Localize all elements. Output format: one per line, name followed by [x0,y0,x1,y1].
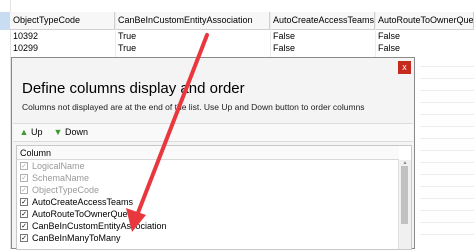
columns-list[interactable]: Column ✓ LogicalName ✓ SchemaName ✓ Obje… [16,145,412,250]
down-button-label: Down [65,127,89,137]
selected-row-marker [0,12,10,30]
dialog-subtitle: Columns not displayed are at the end of … [22,102,365,112]
checkbox[interactable]: ✓ [20,198,28,206]
list-item[interactable]: ✓ ObjectTypeCode [17,185,399,196]
cell-autoroutetoownerqueue: False [378,43,401,53]
checkbox[interactable]: ✓ [20,234,28,242]
up-button-label: Up [31,127,43,137]
list-item-label: SchemaName [32,173,90,183]
list-item-label: CanBeInManyToMany [32,233,121,243]
cell-autocreateaccessteams: False [273,43,296,53]
grid-divider [420,90,474,91]
checkbox[interactable]: ✓ [20,174,28,182]
list-item-label: LogicalName [32,161,85,171]
grid-divider [420,66,474,67]
down-button[interactable]: ▼ Down [53,126,88,139]
up-button[interactable]: ▲ Up [19,126,43,139]
column-header-autoroutetoownerqueue[interactable]: AutoRouteToOwnerQueue [375,12,474,29]
table-row[interactable]: 10299 True False False [10,43,474,54]
cell-autoroutetoownerqueue: False [378,31,401,41]
grid-header: ObjectTypeCode CanBeInCustomEntityAssoci… [10,12,474,30]
cell-canbeincustomentityassociation: True [118,31,137,41]
grid-divider [420,126,474,127]
checkbox[interactable]: ✓ [20,162,28,170]
grid-divider [420,114,474,115]
list-item-label: ObjectTypeCode [32,185,100,195]
define-columns-dialog: x Define columns display and order Colum… [11,57,415,250]
list-item[interactable]: ✓ LogicalName [17,161,399,172]
grid-divider [420,138,474,139]
list-item-label: CanBeInCustomEntityAssociation [32,221,167,231]
list-item[interactable]: ✓ CanBeInCustomEntityAssociation [17,221,399,232]
grid-divider [420,78,474,79]
grid-divider [420,162,474,163]
table-row[interactable]: 10392 True False False [10,31,474,42]
grid-divider [420,102,474,103]
cell-objecttypecode: 10299 [13,43,39,53]
list-item[interactable]: ✓ CanBeInManyToMany [17,233,399,244]
cell-objecttypecode: 10392 [13,31,39,41]
green-down-arrow-icon: ▼ [53,127,63,137]
column-header-autocreateaccessteams[interactable]: AutoCreateAccessTeams [270,12,375,29]
scrollbar-thumb[interactable] [401,166,408,224]
grid-divider [420,198,474,199]
list-item[interactable]: ✓ SchemaName [17,173,399,184]
grid-divider [420,150,474,151]
grid-divider [420,210,474,211]
grid-divider [420,222,474,223]
grid-divider [420,186,474,187]
list-item-label: AutoRouteToOwnerQueue [32,209,138,219]
dialog-toolbar: ▲ Up ▼ Down [13,123,413,142]
dialog-title: Define columns display and order [22,80,245,97]
column-header-canbeincustomentityassociation[interactable]: CanBeInCustomEntityAssociation [115,12,270,29]
close-button[interactable]: x [398,61,411,74]
green-up-arrow-icon: ▲ [19,127,29,137]
list-item-label: AutoCreateAccessTeams [32,197,134,207]
checkbox[interactable]: ✓ [20,222,28,230]
list-scrollbar[interactable]: ▲ [398,160,411,249]
list-item[interactable]: ✓ AutoCreateAccessTeams [17,197,399,208]
cell-autocreateaccessteams: False [273,31,296,41]
grid-divider [420,234,474,235]
cell-canbeincustomentityassociation: True [118,43,137,53]
checkbox[interactable]: ✓ [20,186,28,194]
grid-divider [420,174,474,175]
list-column-header[interactable]: Column [17,146,399,160]
checkbox[interactable]: ✓ [20,210,28,218]
list-item[interactable]: ✓ AutoRouteToOwnerQueue [17,209,399,220]
close-icon: x [402,62,407,72]
column-header-objecttypecode[interactable]: ObjectTypeCode [10,12,115,29]
